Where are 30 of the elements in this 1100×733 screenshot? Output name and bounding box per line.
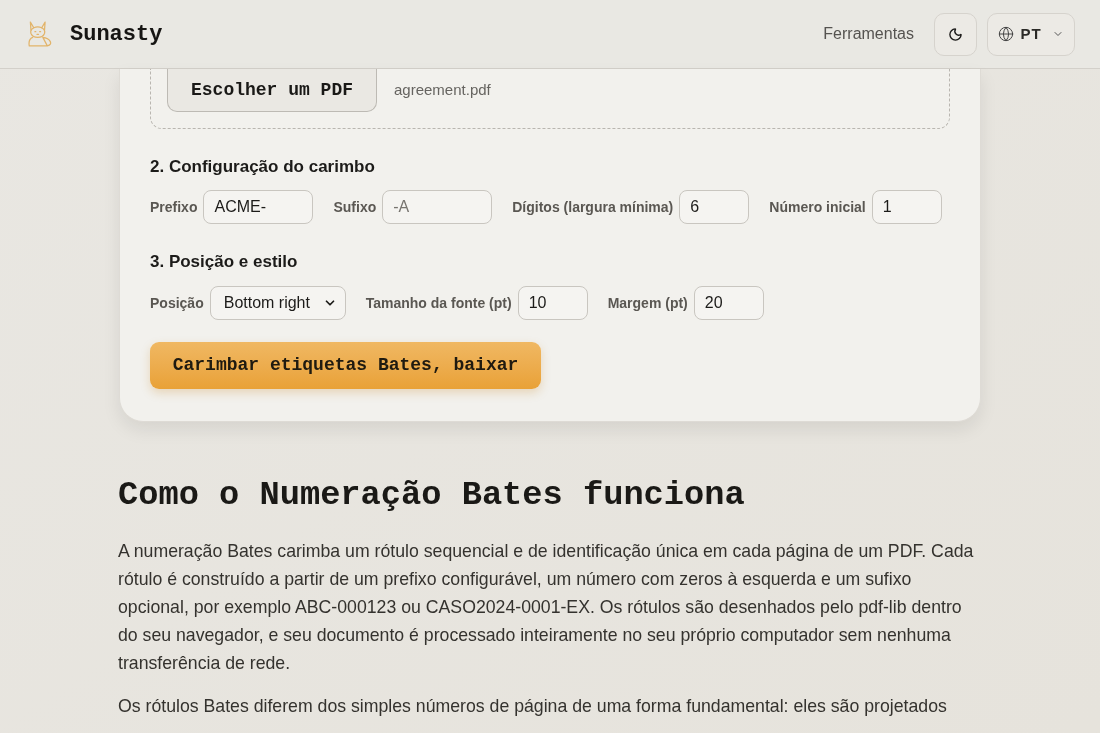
moon-icon <box>948 26 963 42</box>
nav-link[interactable]: Ferramentas <box>823 22 914 46</box>
file-name: agreement.pdf <box>394 80 491 101</box>
stamp-download-button[interactable]: Carimbar etiquetas Bates, baixar <box>150 342 541 389</box>
input-field[interactable]: 10 <box>517 286 588 320</box>
article-paragraph: Os rótulos Bates diferem dos simples números de página de uma forma fundamental: eles são projetados <box>118 695 948 718</box>
input-field[interactable]: ACME- <box>203 190 314 224</box>
input-field[interactable]: -A <box>382 190 493 224</box>
position-select[interactable]: Bottom right <box>209 286 346 320</box>
input-field[interactable]: 20 <box>693 286 764 320</box>
input-field[interactable]: 1 <box>871 190 942 224</box>
field-label: Número inicial <box>769 197 866 217</box>
globe-icon <box>998 26 1015 42</box>
field-label: Dígitos (largura mínima) <box>512 197 674 217</box>
field-label: Posição <box>150 293 204 313</box>
brand-name: Sunasty <box>70 20 163 49</box>
section-title: 3. Posição e estilo <box>150 251 299 273</box>
theme-toggle-button[interactable] <box>934 12 977 56</box>
section-title: 2. Configuração do carimbo <box>150 156 376 178</box>
field-label: Tamanho da fonte (pt) <box>365 293 512 313</box>
field-label: Prefixo <box>150 197 198 217</box>
language-button[interactable]: PT <box>987 12 1075 56</box>
field-label: Margem (pt) <box>607 293 688 313</box>
choose-pdf-button[interactable]: Escolher um PDF <box>167 69 377 112</box>
cat-logo-icon <box>28 21 52 47</box>
article-heading: Como o Numeração Bates funciona <box>118 475 746 515</box>
drop-zone[interactable]: Escolher um PDF agreement.pdf <box>150 69 950 129</box>
field-label: Sufixo <box>333 197 377 217</box>
article-paragraph: A numeração Bates carimba um rótulo sequencial e de identificação única em cada página de um PDF. Cada rótulo é construído a partir de um prefixo configurável, um número com zeros à esquerda e um sufixo opcional, por exemplo ABC-000123 ou CASO2024-0001-EX. Os rótulos são desenhados pelo pdf-lib dentro do seu navegador, e seu documento é processado inteiramente no seu próprio computador sem nenhuma transferência de rede. <box>118 540 975 675</box>
input-field[interactable]: 6 <box>679 190 750 224</box>
